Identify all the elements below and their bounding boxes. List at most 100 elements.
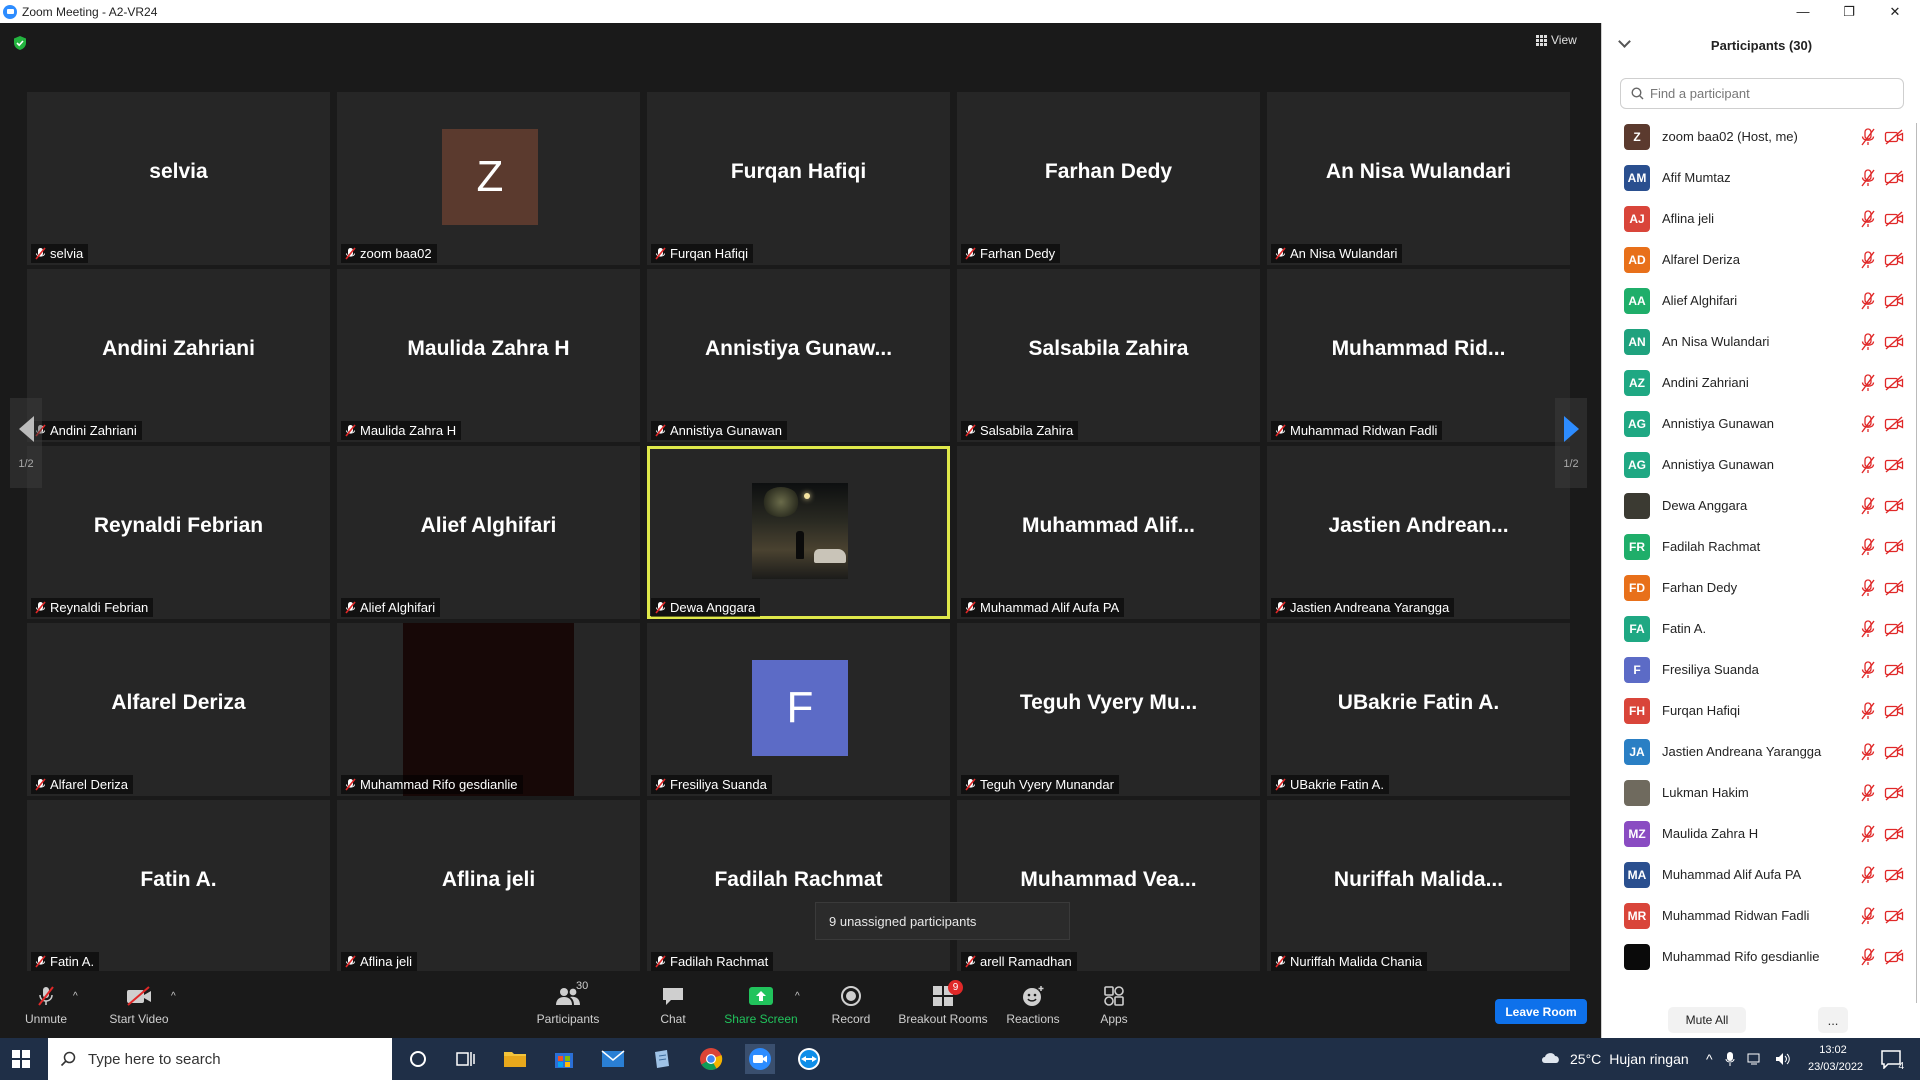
- participant-row[interactable]: AG Annistiya Gunawan: [1602, 403, 1920, 444]
- video-tile[interactable]: Muhammad Rifo gesdianlie: [337, 623, 640, 796]
- video-off-icon[interactable]: [1884, 907, 1904, 924]
- cortana-icon[interactable]: [403, 1044, 433, 1074]
- participant-row[interactable]: MA Muhammad Alif Aufa PA: [1602, 854, 1920, 895]
- video-tile[interactable]: Dewa Anggara: [647, 446, 950, 619]
- network-icon[interactable]: [1747, 1052, 1763, 1066]
- video-off-icon[interactable]: [1884, 661, 1904, 678]
- more-options-button[interactable]: ...: [1818, 1007, 1848, 1033]
- participants-scrollbar[interactable]: [1911, 123, 1917, 1003]
- video-off-icon[interactable]: [1884, 538, 1904, 555]
- participant-row[interactable]: Muhammad Rifo gesdianlie: [1602, 936, 1920, 977]
- muted-mic-icon[interactable]: [1860, 373, 1876, 392]
- apps-button[interactable]: Apps: [1094, 971, 1134, 1038]
- video-tile[interactable]: Muhammad Alif... Muhammad Alif Aufa PA: [957, 446, 1260, 619]
- muted-mic-icon[interactable]: [1860, 742, 1876, 761]
- find-participant-input[interactable]: Find a participant: [1620, 78, 1904, 109]
- video-off-icon[interactable]: [1884, 128, 1904, 145]
- participant-row[interactable]: AN An Nisa Wulandari: [1602, 321, 1920, 362]
- previous-page-button[interactable]: 1/2: [10, 398, 42, 488]
- participant-row[interactable]: AD Alfarel Deriza: [1602, 239, 1920, 280]
- video-tile[interactable]: UBakrie Fatin A. UBakrie Fatin A.: [1267, 623, 1570, 796]
- muted-mic-icon[interactable]: [1860, 496, 1876, 515]
- start-video-button[interactable]: Start Video: [106, 971, 172, 1038]
- video-off-icon[interactable]: [1884, 784, 1904, 801]
- video-off-icon[interactable]: [1884, 579, 1904, 596]
- video-off-icon[interactable]: [1884, 825, 1904, 842]
- mute-all-button[interactable]: Mute All: [1668, 1007, 1746, 1033]
- mail-icon[interactable]: [598, 1044, 628, 1074]
- participants-button[interactable]: 30 Participants: [532, 971, 604, 1038]
- video-off-icon[interactable]: [1884, 702, 1904, 719]
- video-tile[interactable]: Farhan Dedy Farhan Dedy: [957, 92, 1260, 265]
- unassigned-participants-toast[interactable]: 9 unassigned participants: [815, 902, 1070, 940]
- video-off-icon[interactable]: [1884, 456, 1904, 473]
- video-off-icon[interactable]: [1884, 497, 1904, 514]
- video-tile[interactable]: Andini Zahriani Andini Zahriani: [27, 269, 330, 442]
- video-tile[interactable]: An Nisa Wulandari An Nisa Wulandari: [1267, 92, 1570, 265]
- show-hidden-icons-icon[interactable]: ^: [1706, 1051, 1713, 1067]
- microphone-tray-icon[interactable]: [1725, 1051, 1735, 1067]
- video-options-caret-icon[interactable]: ^: [171, 991, 176, 1002]
- video-tile[interactable]: selvia selvia: [27, 92, 330, 265]
- muted-mic-icon[interactable]: [1860, 332, 1876, 351]
- muted-mic-icon[interactable]: [1860, 250, 1876, 269]
- muted-mic-icon[interactable]: [1860, 414, 1876, 433]
- video-tile[interactable]: Teguh Vyery Mu... Teguh Vyery Munandar: [957, 623, 1260, 796]
- muted-mic-icon[interactable]: [1860, 578, 1876, 597]
- participant-row[interactable]: JA Jastien Andreana Yarangga: [1602, 731, 1920, 772]
- video-off-icon[interactable]: [1884, 169, 1904, 186]
- muted-mic-icon[interactable]: [1860, 455, 1876, 474]
- participant-row[interactable]: AZ Andini Zahriani: [1602, 362, 1920, 403]
- next-page-button[interactable]: 1/2: [1555, 398, 1587, 488]
- muted-mic-icon[interactable]: [1860, 824, 1876, 843]
- video-off-icon[interactable]: [1884, 292, 1904, 309]
- windows-start-icon[interactable]: [12, 1050, 30, 1068]
- close-window-button[interactable]: ✕: [1872, 0, 1918, 23]
- muted-mic-icon[interactable]: [1860, 906, 1876, 925]
- maximize-button[interactable]: ❐: [1826, 0, 1872, 23]
- video-off-icon[interactable]: [1884, 620, 1904, 637]
- reactions-button[interactable]: Reactions: [1005, 971, 1061, 1038]
- video-off-icon[interactable]: [1884, 415, 1904, 432]
- video-tile[interactable]: Annistiya Gunaw... Annistiya Gunawan: [647, 269, 950, 442]
- teamviewer-icon[interactable]: [794, 1044, 824, 1074]
- shield-icon[interactable]: [12, 35, 28, 51]
- share-screen-button[interactable]: Share Screen: [722, 971, 800, 1038]
- video-tile[interactable]: Fadilah Rachmat Fadilah Rachmat: [647, 800, 950, 973]
- video-tile[interactable]: Nuriffah Malida... Nuriffah Malida Chania: [1267, 800, 1570, 973]
- video-off-icon[interactable]: [1884, 866, 1904, 883]
- leave-room-button[interactable]: Leave Room: [1495, 999, 1587, 1024]
- muted-mic-icon[interactable]: [1860, 619, 1876, 638]
- participant-row[interactable]: Dewa Anggara: [1602, 485, 1920, 526]
- video-off-icon[interactable]: [1884, 374, 1904, 391]
- share-options-caret-icon[interactable]: ^: [795, 991, 800, 1002]
- breakout-rooms-button[interactable]: 9 Breakout Rooms: [898, 971, 988, 1038]
- taskbar-search-box[interactable]: Type here to search: [48, 1038, 392, 1080]
- participant-row[interactable]: FH Furqan Hafiqi: [1602, 690, 1920, 731]
- muted-mic-icon[interactable]: [1860, 291, 1876, 310]
- video-tile[interactable]: Muhammad Rid... Muhammad Ridwan Fadli: [1267, 269, 1570, 442]
- minimize-button[interactable]: —: [1780, 0, 1826, 23]
- weather-widget[interactable]: 25°C Hujan ringan: [1540, 1038, 1689, 1080]
- file-explorer-icon[interactable]: [500, 1044, 530, 1074]
- microsoft-store-icon[interactable]: [549, 1044, 579, 1074]
- video-tile[interactable]: Furqan Hafiqi Furqan Hafiqi: [647, 92, 950, 265]
- participant-row[interactable]: F Fresiliya Suanda: [1602, 649, 1920, 690]
- video-tile[interactable]: Muhammad Vea... arell Ramadhan: [957, 800, 1260, 973]
- video-tile[interactable]: Alief Alghifari Alief Alghifari: [337, 446, 640, 619]
- video-tile[interactable]: Reynaldi Febrian Reynaldi Febrian: [27, 446, 330, 619]
- participant-row[interactable]: AM Afif Mumtaz: [1602, 157, 1920, 198]
- muted-mic-icon[interactable]: [1860, 660, 1876, 679]
- participant-row[interactable]: AJ Aflina jeli: [1602, 198, 1920, 239]
- zoom-taskbar-icon[interactable]: [745, 1044, 775, 1074]
- participant-row[interactable]: MZ Maulida Zahra H: [1602, 813, 1920, 854]
- video-tile[interactable]: Maulida Zahra H Maulida Zahra H: [337, 269, 640, 442]
- participant-row[interactable]: FD Farhan Dedy: [1602, 567, 1920, 608]
- video-off-icon[interactable]: [1884, 948, 1904, 965]
- audio-options-caret-icon[interactable]: ^: [73, 991, 78, 1002]
- muted-mic-icon[interactable]: [1860, 701, 1876, 720]
- participant-row[interactable]: FR Fadilah Rachmat: [1602, 526, 1920, 567]
- participant-row[interactable]: MR Muhammad Ridwan Fadli: [1602, 895, 1920, 936]
- muted-mic-icon[interactable]: [1860, 127, 1876, 146]
- system-clock[interactable]: 13:02 23/03/2022: [1808, 1042, 1863, 1076]
